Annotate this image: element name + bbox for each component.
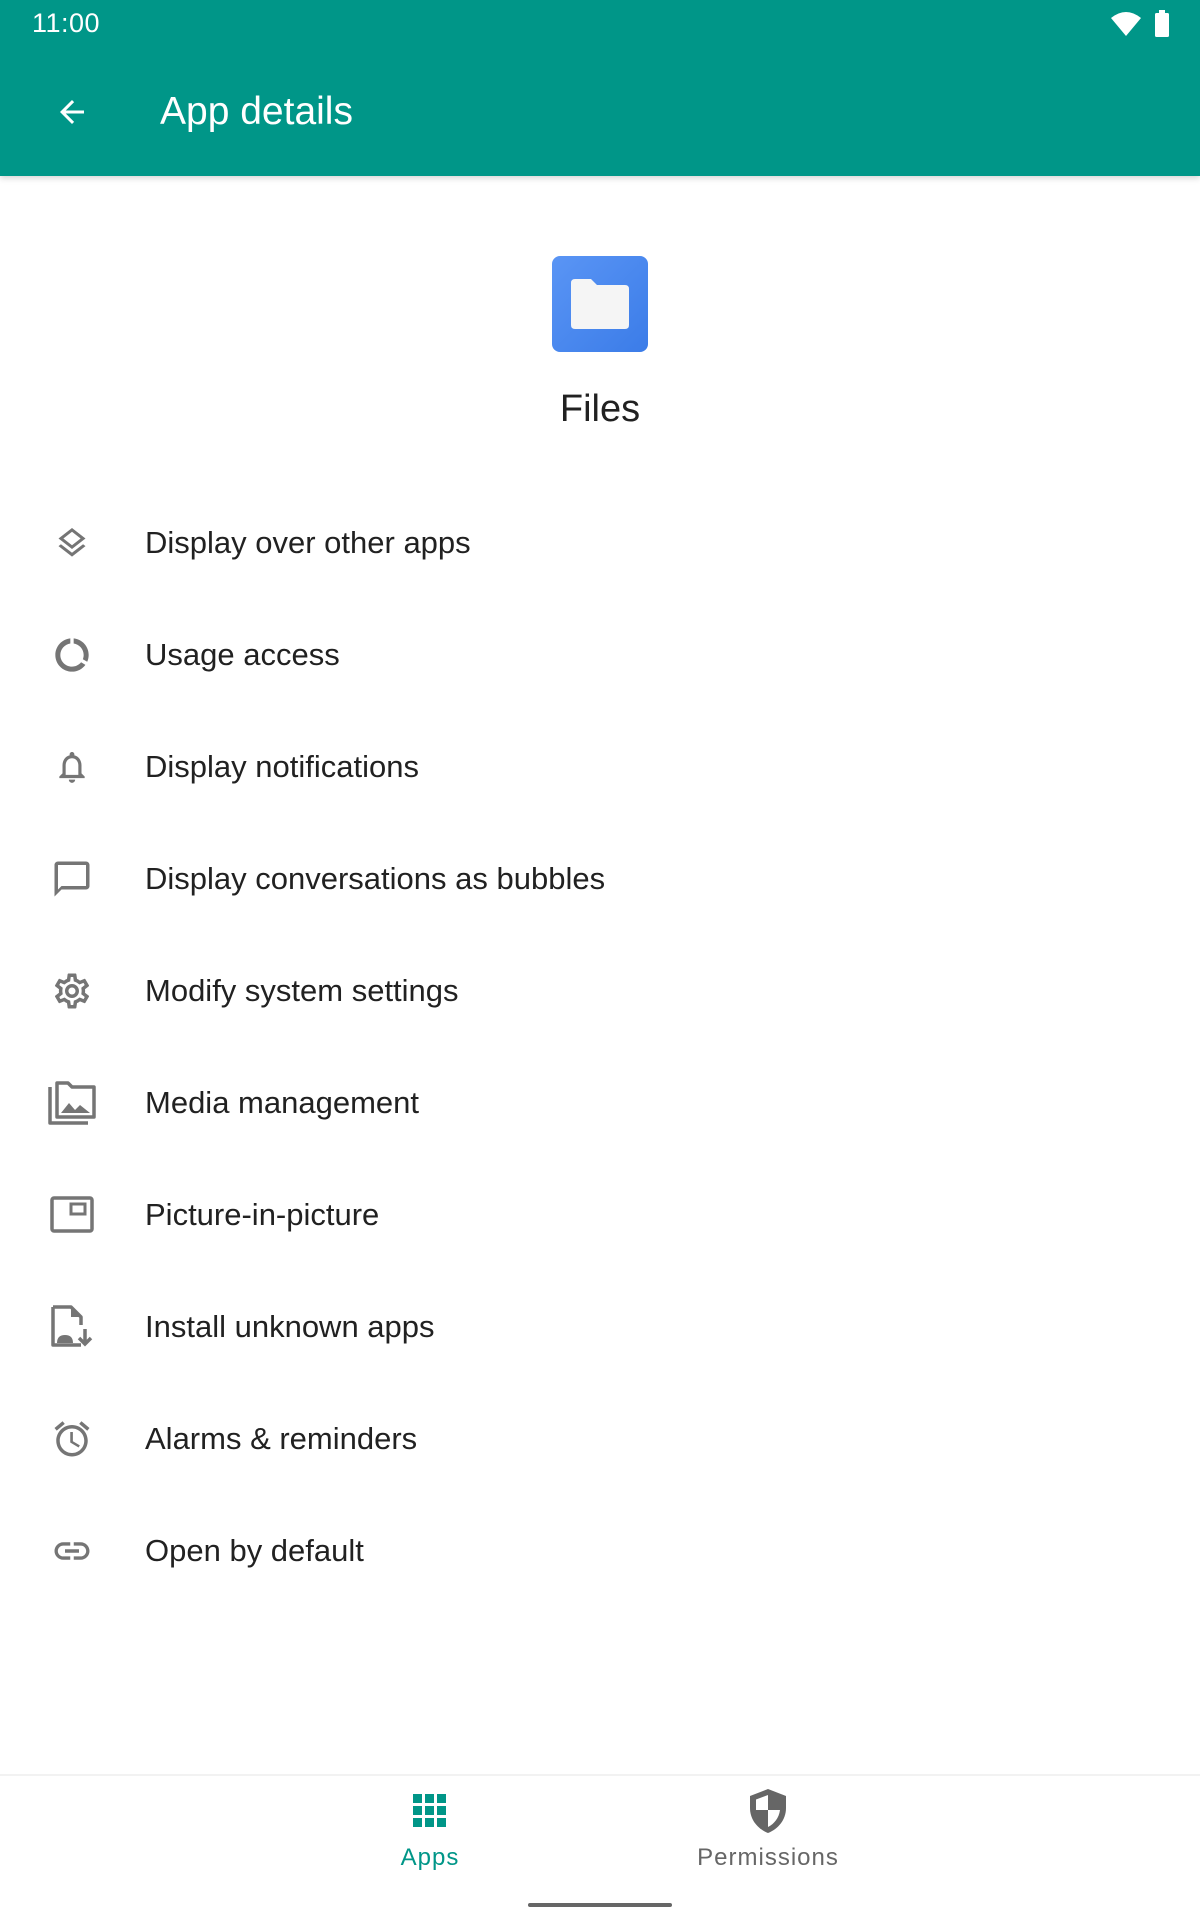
status-time: 11:00 — [32, 8, 101, 38]
nav-label-apps: Apps — [400, 1844, 460, 1871]
list-item-label: Install unknown apps — [145, 1309, 435, 1344]
bottom-nav-permissions[interactable]: Permissions — [618, 1780, 918, 1880]
list-item-label: Modify system settings — [145, 973, 459, 1008]
bell-icon — [48, 743, 96, 791]
app-name: Files — [559, 388, 641, 430]
photo-library-icon — [48, 1079, 96, 1127]
page-title: App details — [160, 90, 353, 133]
nav-label-permissions: Permissions — [697, 1844, 839, 1871]
bottom-nav-divider — [0, 1774, 1200, 1776]
install-apk-icon — [48, 1303, 96, 1351]
list-item-bubbles[interactable]: Display conversations as bubbles — [0, 823, 1200, 935]
list-item-label: Display over other apps — [145, 525, 471, 560]
list-item-display-notifications[interactable]: Display notifications — [0, 711, 1200, 823]
status-icons — [1110, 10, 1170, 38]
list-item-install-unknown-apps[interactable]: Install unknown apps — [0, 1271, 1200, 1383]
list-item-label: Media management — [145, 1085, 419, 1120]
list-item-label: Display conversations as bubbles — [145, 861, 606, 896]
back-button[interactable] — [48, 88, 96, 136]
app-details-list: Display over other apps Usage access Dis… — [0, 487, 1200, 1607]
list-item-label: Open by default — [145, 1533, 364, 1568]
link-icon — [48, 1527, 96, 1575]
app-bar: 11:00 App details — [0, 0, 1200, 176]
list-item-label: Alarms & reminders — [145, 1421, 418, 1456]
battery-icon — [1155, 10, 1169, 37]
list-item-label: Picture-in-picture — [145, 1197, 380, 1232]
layers-icon — [48, 519, 96, 567]
gear-icon — [48, 967, 96, 1015]
picture-in-picture-icon — [48, 1191, 96, 1239]
list-item-open-by-default[interactable]: Open by default — [0, 1495, 1200, 1607]
data-usage-icon — [48, 631, 96, 679]
list-item-media-management[interactable]: Media management — [0, 1047, 1200, 1159]
list-item-label: Usage access — [145, 637, 340, 672]
list-item-modify-system-settings[interactable]: Modify system settings — [0, 935, 1200, 1047]
arrow-back-icon — [60, 100, 84, 124]
list-item-usage-access[interactable]: Usage access — [0, 599, 1200, 711]
chat-bubble-icon — [48, 855, 96, 903]
list-item-display-over-other-apps[interactable]: Display over other apps — [0, 487, 1200, 599]
apps-grid-icon — [413, 1794, 446, 1827]
wifi-icon — [1111, 12, 1141, 36]
shield-icon — [750, 1789, 786, 1833]
files-folder-icon — [552, 256, 648, 352]
bottom-nav-apps[interactable]: Apps — [280, 1780, 580, 1880]
home-indicator[interactable] — [528, 1903, 672, 1907]
list-item-picture-in-picture[interactable]: Picture-in-picture — [0, 1159, 1200, 1271]
alarm-icon — [48, 1415, 96, 1463]
list-item-label: Display notifications — [145, 749, 419, 784]
list-item-alarms-reminders[interactable]: Alarms & reminders — [0, 1383, 1200, 1495]
